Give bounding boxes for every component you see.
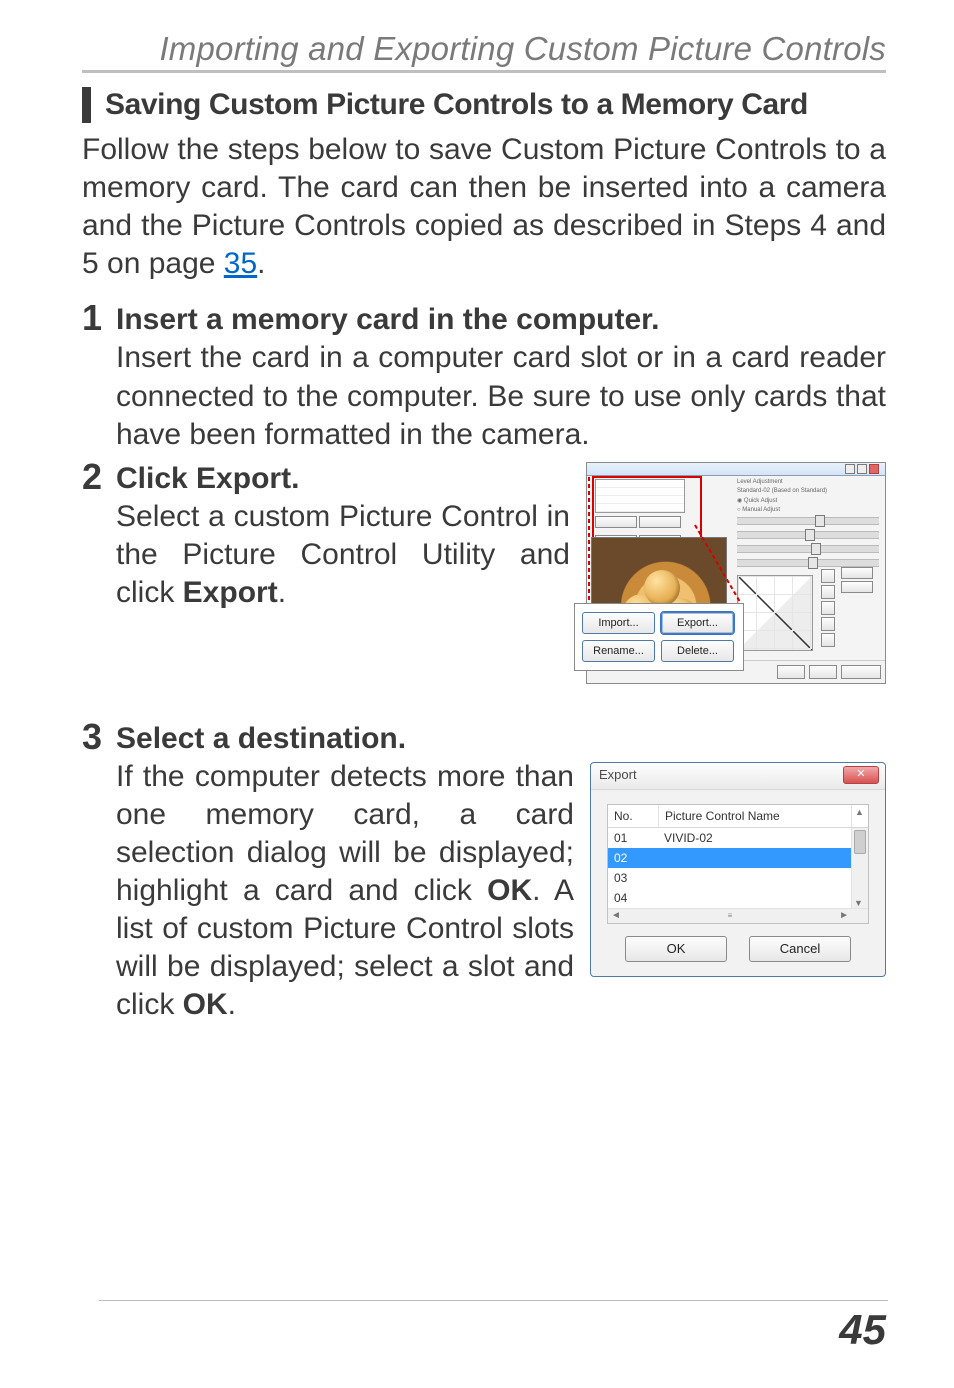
close-icon — [869, 464, 879, 474]
export-dialog-title: Export — [599, 767, 637, 782]
table-row[interactable]: 01 VIVID-02 — [608, 828, 868, 848]
row-no: 04 — [608, 888, 658, 908]
step-3-body-bold1: OK — [487, 874, 532, 907]
vertical-scrollbar[interactable]: ▼ — [851, 828, 868, 909]
step-2-body: Select a custom Picture Control in the P… — [116, 498, 570, 612]
col-name: Picture Control Name — [659, 805, 851, 827]
step-3-body-bold2: OK — [183, 988, 228, 1021]
section-heading-text: Saving Custom Picture Controls to a Memo… — [105, 87, 808, 123]
export-dialog: Export ✕ No. Picture Control Name 01 — [590, 762, 886, 977]
scroll-up-icon[interactable] — [851, 805, 868, 827]
row-name: VIVID-02 — [658, 828, 852, 848]
buttons-callout: Import... Export... Rename... Delete... — [574, 603, 744, 671]
header-title: Importing and Exporting Custom Picture C… — [82, 30, 886, 68]
cancel-button[interactable]: Cancel — [749, 936, 851, 962]
intro-text-pre: Follow the steps below to save Custom Pi… — [82, 133, 886, 280]
table-header: No. Picture Control Name — [608, 805, 868, 828]
page-link-35[interactable]: 35 — [224, 247, 257, 280]
intro-paragraph: Follow the steps below to save Custom Pi… — [82, 131, 886, 283]
export-button[interactable]: Export... — [661, 612, 734, 634]
horizontal-scrollbar[interactable]: ≡ — [608, 908, 868, 923]
section-heading: Saving Custom Picture Controls to a Memo… — [82, 87, 886, 123]
step-2-title-pre: Click — [116, 462, 196, 495]
tone-curve — [737, 575, 813, 651]
step-2-title-keyword: Export — [196, 462, 291, 495]
rename-button[interactable]: Rename... — [582, 640, 655, 662]
table-row[interactable]: 04 — [608, 888, 868, 908]
page-number: 45 — [839, 1306, 886, 1354]
row-no: 01 — [608, 828, 658, 848]
step-3-title: Select a destination. — [116, 720, 886, 758]
export-dialog-close-button[interactable]: ✕ — [843, 766, 879, 784]
minimize-icon — [845, 464, 855, 474]
export-dialog-table: No. Picture Control Name 01 VIVID-02 02 — [607, 804, 869, 924]
step-3: 3 Select a destination. If the computer … — [82, 720, 886, 1025]
stored-controls-list — [595, 479, 685, 513]
export-dialog-titlebar: Export ✕ — [591, 763, 885, 790]
intro-text-post: . — [257, 247, 265, 280]
step-2-body-post: . — [278, 576, 286, 609]
step-1-title: Insert a memory card in the computer. — [116, 301, 886, 339]
import-button[interactable]: Import... — [582, 612, 655, 634]
table-row[interactable]: 03 — [608, 868, 868, 888]
maximize-icon — [857, 464, 867, 474]
col-no: No. — [608, 805, 659, 827]
ok-button[interactable]: OK — [625, 936, 727, 962]
step-2-title: Click Export. — [116, 460, 570, 498]
header-rule — [82, 70, 886, 73]
step-3-body-3: . — [228, 988, 236, 1021]
row-name — [658, 848, 852, 868]
screenshot-picture-control-utility: Level Adjustment Standard-02 (Based on S… — [586, 462, 886, 684]
step-1-body: Insert the card in a computer card slot … — [116, 339, 886, 453]
step-3-body: If the computer detects more than one me… — [116, 758, 574, 1025]
section-heading-bar — [82, 87, 91, 123]
row-no: 03 — [608, 868, 658, 888]
step-2-title-post: . — [291, 462, 299, 495]
step-2: 2 Click Export. Select a custom Picture … — [82, 460, 886, 684]
row-no: 02 — [608, 848, 658, 868]
row-name — [658, 868, 852, 888]
screenshot-titlebar — [587, 463, 885, 476]
table-row-selected[interactable]: 02 — [608, 848, 868, 868]
step-2-number: 2 — [82, 460, 116, 494]
right-panel: Level Adjustment Standard-02 (Based on S… — [737, 479, 879, 657]
step-3-number: 3 — [82, 720, 116, 754]
step-1-number: 1 — [82, 301, 116, 335]
row-name — [658, 888, 852, 908]
step-1: 1 Insert a memory card in the computer. … — [82, 301, 886, 453]
delete-button[interactable]: Delete... — [661, 640, 734, 662]
step-2-body-bold: Export — [183, 576, 278, 609]
